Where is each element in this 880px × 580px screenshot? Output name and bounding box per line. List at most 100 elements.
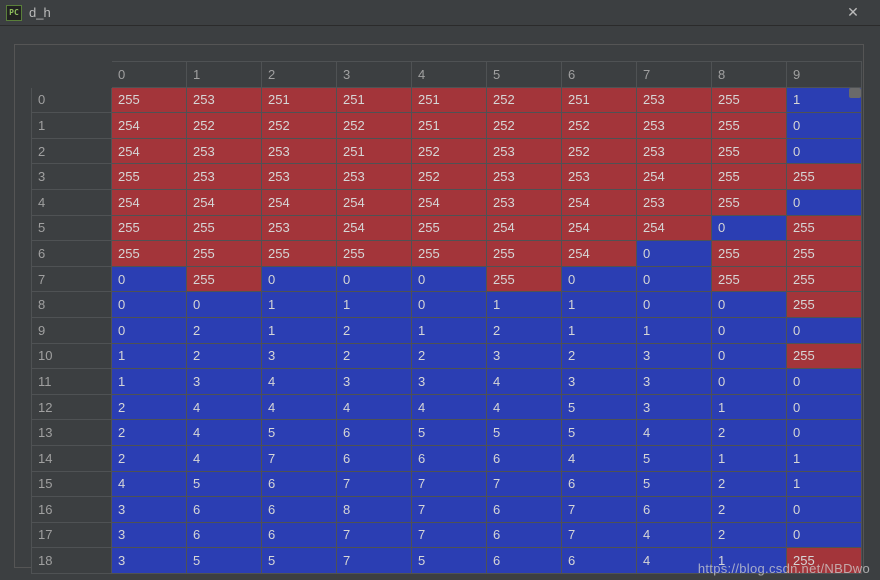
grid-cell[interactable]: 255 — [787, 266, 862, 292]
grid-cell[interactable]: 6 — [337, 445, 412, 471]
grid-cell[interactable]: 255 — [787, 548, 862, 574]
row-header[interactable]: 0 — [32, 87, 112, 113]
grid-cell[interactable]: 6 — [487, 522, 562, 548]
grid-cell[interactable]: 4 — [262, 369, 337, 395]
grid-cell[interactable]: 6 — [562, 471, 637, 497]
grid-cell[interactable]: 1 — [487, 292, 562, 318]
grid-cell[interactable]: 3 — [487, 343, 562, 369]
grid-cell[interactable]: 254 — [262, 189, 337, 215]
grid-cell[interactable]: 4 — [187, 394, 262, 420]
grid-cell[interactable]: 4 — [412, 394, 487, 420]
grid-cell[interactable]: 254 — [112, 138, 187, 164]
grid-cell[interactable]: 3 — [112, 522, 187, 548]
grid-cell[interactable]: 255 — [787, 292, 862, 318]
row-header[interactable]: 15 — [32, 471, 112, 497]
column-header[interactable]: 0 — [112, 62, 187, 88]
grid-cell[interactable]: 3 — [337, 369, 412, 395]
grid-cell[interactable]: 4 — [487, 394, 562, 420]
grid-cell[interactable]: 254 — [412, 189, 487, 215]
grid-cell[interactable]: 254 — [112, 113, 187, 139]
grid-cell[interactable]: 253 — [262, 164, 337, 190]
grid-cell[interactable]: 252 — [487, 87, 562, 113]
column-header[interactable]: 5 — [487, 62, 562, 88]
grid-cell[interactable]: 1 — [262, 292, 337, 318]
grid-cell[interactable]: 255 — [112, 164, 187, 190]
row-header[interactable]: 9 — [32, 317, 112, 343]
grid-cell[interactable]: 251 — [412, 87, 487, 113]
grid-cell[interactable]: 251 — [562, 87, 637, 113]
grid-cell[interactable]: 254 — [562, 241, 637, 267]
grid-cell[interactable]: 3 — [112, 497, 187, 523]
grid-cell[interactable]: 4 — [562, 445, 637, 471]
row-header[interactable]: 1 — [32, 113, 112, 139]
row-header[interactable]: 10 — [32, 343, 112, 369]
row-header[interactable]: 18 — [32, 548, 112, 574]
grid-cell[interactable]: 255 — [712, 266, 787, 292]
grid-cell[interactable]: 1 — [562, 317, 637, 343]
grid-cell[interactable]: 2 — [487, 317, 562, 343]
grid-cell[interactable]: 1 — [712, 394, 787, 420]
grid-cell[interactable]: 3 — [637, 369, 712, 395]
grid-cell[interactable]: 2 — [712, 420, 787, 446]
grid-cell[interactable]: 0 — [712, 317, 787, 343]
grid-cell[interactable]: 0 — [787, 394, 862, 420]
grid-cell[interactable]: 3 — [187, 369, 262, 395]
grid-cell[interactable]: 4 — [637, 522, 712, 548]
grid-cell[interactable]: 255 — [412, 241, 487, 267]
grid-cell[interactable]: 6 — [187, 497, 262, 523]
grid-cell[interactable]: 252 — [562, 113, 637, 139]
grid-cell[interactable]: 1 — [337, 292, 412, 318]
grid-cell[interactable]: 2 — [562, 343, 637, 369]
grid-cell[interactable]: 254 — [487, 215, 562, 241]
grid-cell[interactable]: 7 — [262, 445, 337, 471]
grid-cell[interactable]: 0 — [712, 369, 787, 395]
row-header[interactable]: 13 — [32, 420, 112, 446]
grid-cell[interactable]: 5 — [562, 394, 637, 420]
grid-cell[interactable]: 0 — [337, 266, 412, 292]
grid-cell[interactable]: 253 — [487, 164, 562, 190]
grid-cell[interactable]: 0 — [712, 292, 787, 318]
grid-cell[interactable]: 2 — [112, 394, 187, 420]
grid-cell[interactable]: 253 — [262, 138, 337, 164]
grid-cell[interactable]: 253 — [337, 164, 412, 190]
grid-cell[interactable]: 253 — [637, 138, 712, 164]
grid-cell[interactable]: 2 — [187, 343, 262, 369]
grid-cell[interactable]: 6 — [487, 445, 562, 471]
grid-cell[interactable]: 1 — [712, 445, 787, 471]
row-header[interactable]: 6 — [32, 241, 112, 267]
grid-cell[interactable]: 6 — [187, 522, 262, 548]
grid-cell[interactable]: 0 — [412, 266, 487, 292]
grid-cell[interactable]: 254 — [637, 164, 712, 190]
grid-cell[interactable]: 1 — [712, 548, 787, 574]
grid-cell[interactable]: 5 — [187, 548, 262, 574]
grid-cell[interactable]: 3 — [637, 394, 712, 420]
grid-cell[interactable]: 8 — [337, 497, 412, 523]
grid-cell[interactable]: 253 — [187, 138, 262, 164]
grid-cell[interactable]: 1 — [562, 292, 637, 318]
grid-cell[interactable]: 255 — [787, 241, 862, 267]
grid-cell[interactable]: 252 — [337, 113, 412, 139]
grid-cell[interactable]: 7 — [562, 497, 637, 523]
column-header[interactable]: 3 — [337, 62, 412, 88]
grid-cell[interactable]: 255 — [487, 266, 562, 292]
grid-cell[interactable]: 1 — [112, 343, 187, 369]
grid-cell[interactable]: 0 — [787, 497, 862, 523]
grid-cell[interactable]: 0 — [112, 292, 187, 318]
grid-cell[interactable]: 4 — [187, 420, 262, 446]
grid-cell[interactable]: 252 — [487, 113, 562, 139]
grid-cell[interactable]: 1 — [637, 317, 712, 343]
column-header[interactable]: 8 — [712, 62, 787, 88]
grid-cell[interactable]: 3 — [112, 548, 187, 574]
row-header[interactable]: 7 — [32, 266, 112, 292]
grid-cell[interactable]: 252 — [262, 113, 337, 139]
grid-cell[interactable]: 254 — [562, 215, 637, 241]
grid-cell[interactable]: 251 — [412, 113, 487, 139]
grid-cell[interactable]: 1 — [787, 471, 862, 497]
grid-cell[interactable]: 6 — [262, 497, 337, 523]
column-header[interactable]: 4 — [412, 62, 487, 88]
grid-cell[interactable]: 6 — [412, 445, 487, 471]
grid-cell[interactable]: 2 — [112, 445, 187, 471]
grid-cell[interactable]: 4 — [487, 369, 562, 395]
grid-cell[interactable]: 2 — [412, 343, 487, 369]
vertical-scrollbar[interactable] — [849, 88, 861, 98]
